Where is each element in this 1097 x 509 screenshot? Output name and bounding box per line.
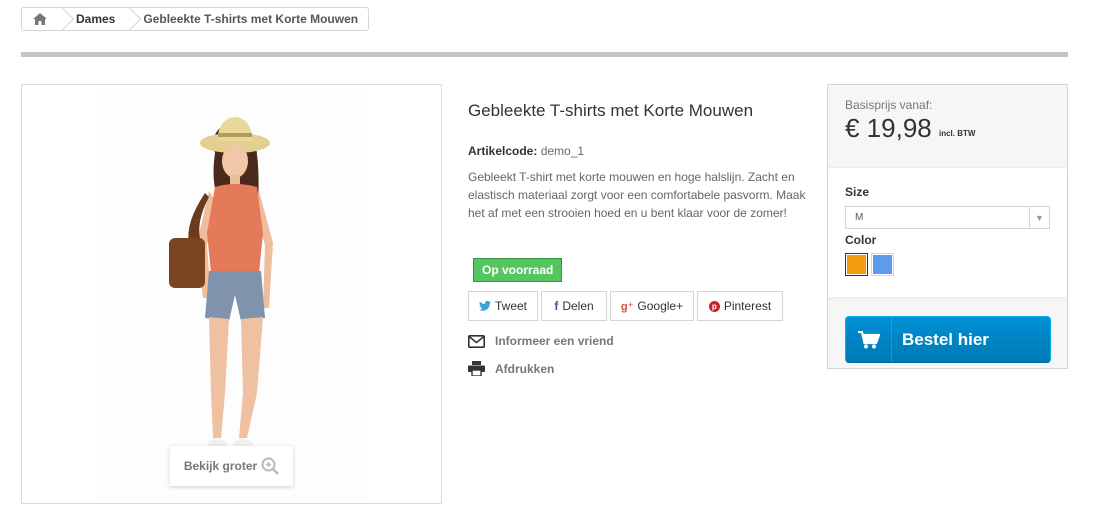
add-to-cart-label: Bestel hier [902, 329, 989, 349]
breadcrumb: Dames Gebleekte T-shirts met Korte Mouwe… [21, 7, 370, 31]
breadcrumb-link-dames[interactable]: Dames [76, 12, 115, 26]
attributes-area: Size M ▼ Color [828, 167, 1067, 297]
pinterest-label: Pinterest [723, 299, 772, 313]
twitter-icon [478, 301, 491, 311]
facebook-share-button[interactable]: f Delen [541, 291, 607, 321]
cart-area: Bestel hier [828, 299, 1067, 368]
shopping-cart-icon [846, 317, 892, 362]
gplus-label: Google+ [637, 299, 684, 313]
divider [21, 52, 1068, 57]
facebook-icon: f [554, 299, 559, 313]
google-plus-icon: g⁺ [620, 300, 634, 313]
size-selected-value: M [855, 212, 864, 223]
size-label: Size [845, 185, 870, 199]
breadcrumb-item-current: Gebleekte T-shirts met Korte Mouwen [113, 8, 368, 30]
printer-icon [468, 361, 485, 376]
delen-label: Delen [562, 299, 594, 313]
chevron-down-icon[interactable]: ▼ [1029, 207, 1049, 228]
product-image-panel[interactable]: Bekijk groter [21, 84, 442, 504]
send-to-friend-link[interactable]: Informeer een vriend [468, 334, 614, 348]
price-value: € 19,98 [845, 113, 932, 143]
reference-label: Artikelcode: [468, 144, 538, 158]
google-plus-button[interactable]: g⁺ Google+ [610, 291, 694, 321]
envelope-icon [468, 334, 485, 348]
pinterest-button[interactable]: p Pinterest [697, 291, 783, 321]
product-photo-illustration [169, 117, 273, 451]
reference-value: demo_1 [540, 144, 585, 158]
breadcrumb-item-dames[interactable]: Dames [45, 8, 125, 30]
price-area: Basisprijs vanaf: € 19,98 incl. BTW [828, 85, 1067, 165]
stock-badge: Op voorraad [473, 258, 563, 282]
color-label: Color [845, 233, 877, 247]
print-link[interactable]: Afdrukken [468, 361, 554, 376]
product-title: Gebleekte T-shirts met Korte Mouwen [468, 101, 754, 120]
add-to-cart-button[interactable]: Bestel hier [845, 316, 1051, 363]
price-label: Basisprijs vanaf: [845, 98, 933, 112]
product-photo[interactable] [97, 93, 367, 501]
product-description: Gebleekt T-shirt met korte mouwen en hog… [468, 170, 806, 220]
pinterest-icon: p [708, 300, 720, 312]
breadcrumb-current-label: Gebleekte T-shirts met Korte Mouwen [143, 12, 359, 26]
zoom-in-icon [261, 457, 280, 475]
print-label: Afdrukken [495, 361, 555, 376]
tax-label: incl. BTW [939, 129, 976, 138]
zoom-button[interactable]: Bekijk groter [170, 446, 293, 486]
tweet-label: Tweet [494, 299, 527, 313]
product-reference: Artikelcode: demo_1 [468, 144, 584, 158]
tweet-button[interactable]: Tweet [468, 291, 538, 321]
color-swatch-orange[interactable] [845, 253, 868, 276]
zoom-label: Bekijk groter [183, 459, 258, 473]
buy-box: Basisprijs vanaf: € 19,98 incl. BTW Size… [827, 84, 1068, 369]
size-select[interactable]: M ▼ [845, 206, 1050, 229]
color-swatch-blue[interactable] [871, 253, 894, 276]
send-to-friend-label: Informeer een vriend [495, 334, 614, 348]
